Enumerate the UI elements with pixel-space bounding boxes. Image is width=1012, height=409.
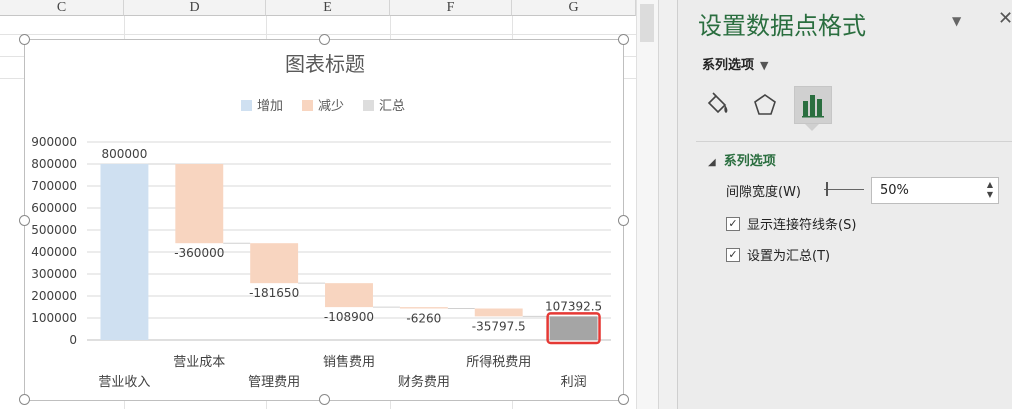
format-data-point-pane: 设置数据点格式 ▼ ✕ 系列选项 ▼ ◢ 系列选项 间隙宽度(W) 50% ▲ … [678, 0, 1012, 409]
data-label: 107392.5 [545, 299, 602, 313]
y-tick-label: 100000 [31, 311, 77, 325]
gap-width-slider[interactable] [824, 189, 864, 190]
divider [696, 141, 1012, 142]
worksheet[interactable]: C D E F G 图表标题 增加 减少 汇总 0 100000 200000 … [0, 0, 658, 409]
legend-label-decrease: 减少 [318, 99, 344, 114]
y-tick-label: 800000 [31, 157, 77, 171]
y-tick-label: 200000 [31, 289, 77, 303]
y-tick-label: 500000 [31, 223, 77, 237]
category-label: 利润 [561, 375, 587, 390]
section-series-options[interactable]: ◢ 系列选项 [708, 150, 776, 169]
scrollbar-thumb[interactable] [640, 4, 654, 42]
set-as-total-checkbox[interactable]: ✓ [726, 247, 740, 262]
category-label: 管理费用 [248, 375, 300, 390]
gap-width-label: 间隙宽度(W) [726, 185, 801, 200]
active-tab-pointer [805, 124, 819, 131]
legend-label-increase: 增加 [257, 99, 283, 114]
column-header-d[interactable]: D [124, 0, 266, 16]
column-header-e[interactable]: E [266, 0, 390, 16]
tab-fill-line[interactable] [698, 86, 736, 124]
show-connector-lines-option[interactable]: ✓ 显示连接符线条(S) [726, 214, 856, 233]
bar-decrease[interactable] [175, 164, 224, 244]
gap-width-slider-thumb[interactable] [826, 182, 828, 196]
data-label: 800000 [102, 147, 148, 161]
data-label: -6260 [406, 311, 441, 325]
resize-handle-bottom-left[interactable] [19, 394, 30, 405]
gap-width-input[interactable]: 50% ▲ ▼ [871, 177, 999, 204]
collapse-triangle-icon: ◢ [708, 157, 716, 168]
category-label: 所得税费用 [466, 354, 531, 370]
bar-chart-icon [802, 95, 824, 118]
bar-decrease[interactable] [250, 243, 299, 284]
bar-decrease[interactable] [474, 308, 523, 317]
data-label: -181650 [249, 286, 299, 300]
series-options-dropdown-label: 系列选项 [702, 58, 755, 73]
series-options-dropdown[interactable]: 系列选项 ▼ [702, 54, 768, 73]
resize-handle-right[interactable] [618, 215, 629, 226]
y-tick-label: 400000 [31, 245, 77, 259]
pentagon-icon [754, 94, 776, 115]
resize-handle-bottom[interactable] [319, 394, 330, 405]
waterfall-chart[interactable]: 图表标题 增加 减少 汇总 0 100000 200000 300000 400000 5… [19, 34, 629, 405]
legend-swatch-total [363, 100, 374, 111]
column-header-f[interactable]: F [390, 0, 512, 16]
chart-title[interactable]: 图表标题 [285, 52, 365, 76]
gap-width-value: 50% [880, 183, 909, 198]
excel-window: C D E F G 图表标题 增加 减少 汇总 0 100000 200000 … [0, 0, 1012, 409]
y-axis: 0 100000 200000 300000 400000 500000 600000 700… [31, 135, 77, 347]
column-header-g[interactable]: G [512, 0, 636, 16]
category-label: 财务费用 [398, 374, 450, 390]
legend-swatch-decrease [302, 100, 313, 111]
y-tick-label: 900000 [31, 135, 77, 149]
pane-title: 设置数据点格式 [698, 12, 866, 40]
data-label: -108900 [324, 310, 374, 324]
resize-handle-top[interactable] [319, 34, 330, 45]
set-as-total-option[interactable]: ✓ 设置为汇总(T) [726, 245, 830, 264]
tab-series-options[interactable] [794, 86, 832, 124]
section-label: 系列选项 [723, 154, 776, 169]
y-tick-label: 0 [69, 333, 77, 347]
vertical-scrollbar[interactable] [636, 0, 658, 409]
paint-bucket-icon [707, 92, 728, 114]
resize-handle-left[interactable] [19, 215, 30, 226]
close-icon[interactable]: ✕ [998, 8, 1012, 29]
category-label: 营业成本 [173, 355, 225, 370]
y-tick-label: 700000 [31, 179, 77, 193]
bar-decrease[interactable] [325, 283, 373, 308]
bar-total[interactable] [549, 316, 598, 340]
chart-legend[interactable]: 增加 减少 汇总 [241, 99, 405, 114]
tab-effects[interactable] [746, 86, 784, 124]
y-tick-label: 300000 [31, 267, 77, 281]
data-label: -360000 [174, 246, 224, 260]
set-as-total-label: 设置为汇总(T) [747, 249, 831, 264]
legend-label-total: 汇总 [379, 99, 405, 114]
spin-arrows-icon[interactable]: ▲ ▼ [987, 180, 993, 200]
gridline [0, 34, 658, 35]
chart-canvas: 图表标题 增加 减少 汇总 0 100000 200000 300000 400000 5… [31, 52, 611, 390]
show-connector-lines-label: 显示连接符线条(S) [747, 218, 857, 233]
show-connector-lines-checkbox[interactable]: ✓ [726, 216, 740, 231]
x-axis: 营业收入 营业成本管理费用 销售费用财务费用所得税费用利润 [98, 354, 586, 390]
pane-options-chevron-icon[interactable]: ▼ [952, 14, 961, 28]
category-label: 营业收入 [98, 375, 150, 390]
legend-swatch-increase [241, 100, 252, 111]
resize-handle-top-left[interactable] [19, 34, 30, 45]
chevron-down-icon: ▼ [760, 59, 769, 72]
pane-splitter[interactable] [658, 0, 678, 409]
category-label: 销售费用 [323, 354, 375, 370]
data-label: -35797.5 [472, 319, 526, 333]
resize-handle-top-right[interactable] [618, 34, 629, 45]
y-tick-label: 600000 [31, 201, 77, 215]
column-header-c[interactable]: C [0, 0, 124, 16]
bar-increase[interactable] [100, 164, 149, 340]
resize-handle-bottom-right[interactable] [618, 394, 629, 405]
bar-decrease[interactable] [399, 307, 448, 309]
